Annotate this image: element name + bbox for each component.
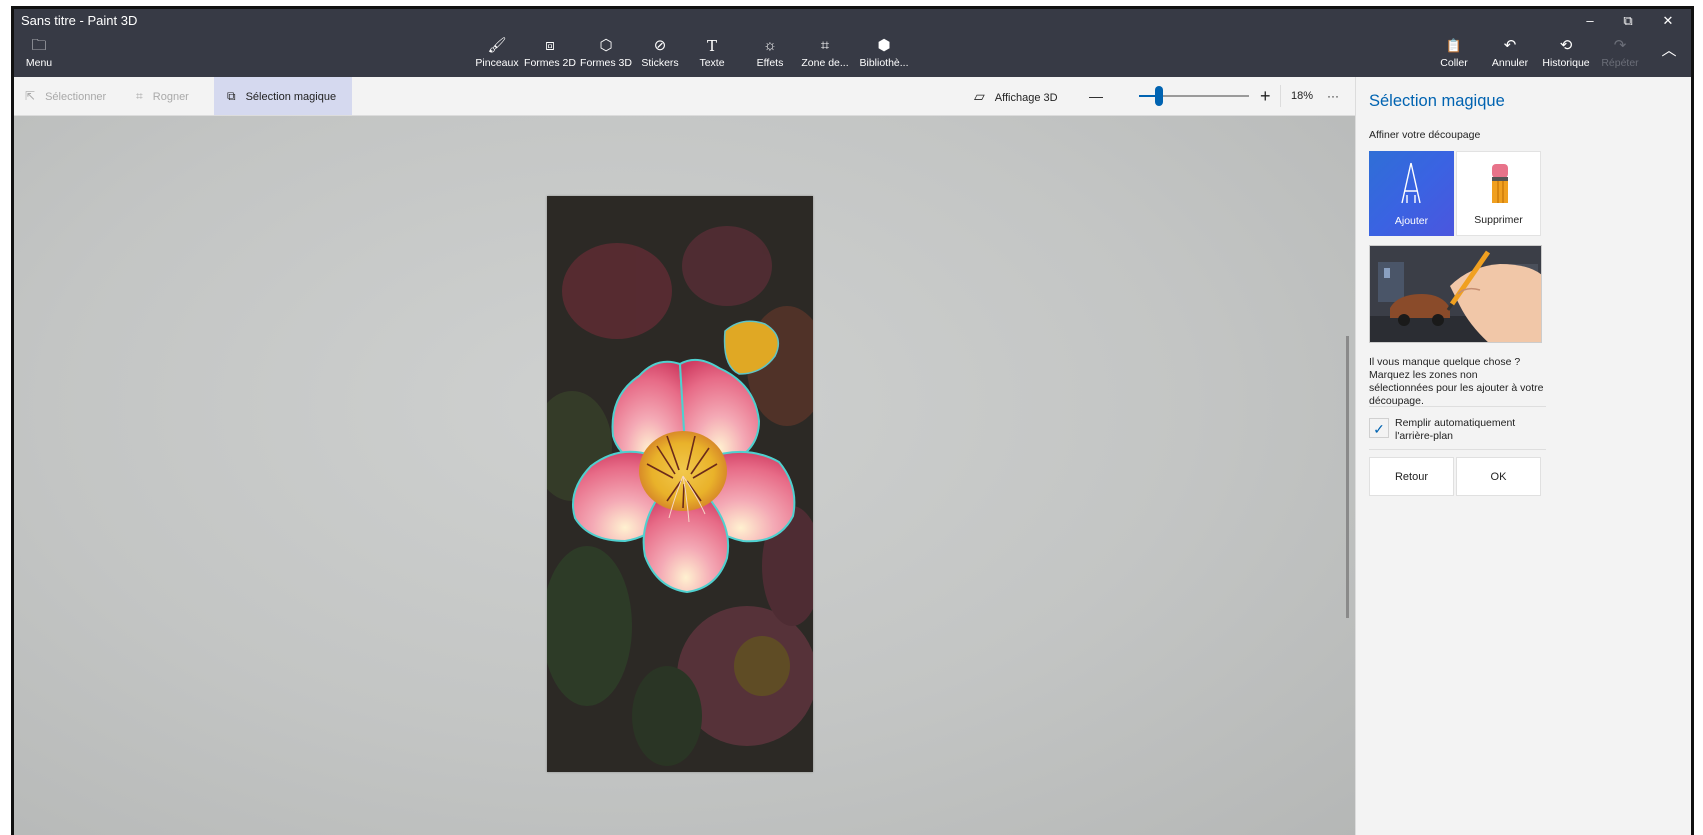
tool-bibliotheque[interactable]: ⬢ Bibliothè... [856, 37, 912, 75]
cube-icon: ⬡ [599, 37, 613, 54]
vertical-scrollbar[interactable] [1346, 336, 1349, 618]
history-button[interactable]: ⟲ Historique [1538, 37, 1594, 75]
panel-help-text: Il vous manque quelque chose ? Marquez l… [1369, 356, 1544, 407]
tool-formes-3d[interactable]: ⬡ Formes 3D [580, 37, 632, 75]
restore-button[interactable]: ⧉ [1608, 9, 1648, 32]
tool-formes-2d[interactable]: ⧈ Formes 2D [524, 37, 576, 75]
magic-select-label: Sélection magique [245, 91, 337, 103]
paste-label: Coller [1440, 57, 1468, 69]
redo-icon: ↷ [1613, 37, 1627, 54]
title-bar: Sans titre - Paint 3D – ⧉ ✕ [14, 9, 1691, 32]
paste-button[interactable]: 📋 Coller [1434, 37, 1474, 75]
tool-label: Stickers [641, 57, 679, 69]
delete-tool-button[interactable]: Supprimer [1456, 151, 1541, 236]
autofill-label: Remplir automatiquement l'arrière-plan [1395, 417, 1516, 442]
zoom-slider-thumb[interactable] [1154, 86, 1163, 106]
folder-icon: 🗀 [31, 37, 47, 54]
library-icon: ⬢ [877, 37, 891, 54]
tool-effets[interactable]: ☼ Effets [750, 37, 790, 75]
collapse-ribbon-button[interactable]: ︿ [1654, 42, 1684, 80]
hand-drawing-illustration [1370, 246, 1541, 342]
select-tool-button[interactable]: ⇱ Sélectionner [25, 77, 106, 115]
zoom-out-button[interactable]: — [1089, 77, 1103, 115]
sticker-icon: ⊘ [653, 37, 667, 54]
more-options-button[interactable]: ··· [1327, 77, 1339, 115]
add-tool-button[interactable]: Ajouter [1369, 151, 1454, 236]
menu-label: Menu [25, 57, 53, 69]
tool-label: Pinceaux [475, 57, 519, 69]
sun-icon: ☼ [763, 37, 777, 54]
history-icon: ⟲ [1559, 37, 1573, 54]
text-icon: T [706, 37, 717, 55]
tool-pinceaux[interactable]: 🖌 Pinceaux [474, 37, 520, 75]
history-label: Historique [1542, 57, 1590, 69]
zoom-level-text[interactable]: 18% [1291, 77, 1313, 115]
checkmark-icon: ✓ [1373, 421, 1385, 437]
undo-label: Annuler [1491, 57, 1529, 69]
main-ribbon: 🗀 Menu 🖌 Pinceaux ⧈ Formes 2D ⬡ Formes 3… [14, 32, 1691, 77]
canvas-icon: ⌗ [820, 37, 830, 54]
flower-photo-svg [547, 196, 813, 772]
divider [1280, 85, 1281, 107]
divider [1369, 449, 1546, 450]
crop-icon: ⌗ [136, 89, 143, 103]
autofill-background-option[interactable]: ✓ Remplir automatiquement l'arrière-plan [1369, 417, 1549, 447]
tool-texte[interactable]: T Texte [692, 37, 732, 75]
menu-button[interactable]: 🗀 Menu [20, 37, 58, 75]
close-button[interactable]: ✕ [1648, 9, 1688, 32]
zoom-in-button[interactable]: + [1260, 77, 1271, 115]
paint3d-window: Sans titre - Paint 3D – ⧉ ✕ 🗀 Menu 🖌 Pin… [11, 6, 1694, 835]
divider [1369, 406, 1546, 407]
ok-button[interactable]: OK [1456, 457, 1541, 496]
cursor-icon: ⇱ [25, 89, 36, 103]
tool-stickers[interactable]: ⊘ Stickers [636, 37, 684, 75]
redo-button[interactable]: ↷ Répéter [1598, 37, 1642, 75]
tool-label: Formes 2D [524, 57, 576, 69]
flower-image[interactable] [547, 196, 813, 772]
magic-select-panel: Sélection magique Affiner votre découpag… [1355, 77, 1691, 835]
redo-label: Répéter [1601, 57, 1639, 69]
view-3d-label: Affichage 3D [994, 92, 1058, 104]
delete-label: Supprimer [1474, 214, 1523, 226]
back-button[interactable]: Retour [1369, 457, 1454, 496]
autofill-checkbox[interactable]: ✓ [1369, 418, 1389, 438]
tool-zone-de-dessin[interactable]: ⌗ Zone de... [798, 37, 852, 75]
canvas-area[interactable] [14, 116, 1355, 835]
undo-icon: ↶ [1503, 37, 1517, 54]
view-3d-toggle[interactable]: ▱ Affichage 3D [974, 77, 1058, 115]
undo-button[interactable]: ↶ Annuler [1488, 37, 1532, 75]
tool-label: Formes 3D [580, 57, 632, 69]
panel-title: Sélection magique [1369, 92, 1505, 110]
zoom-slider[interactable] [1139, 86, 1249, 106]
view-3d-icon: ▱ [974, 88, 985, 104]
tool-label: Zone de... [801, 57, 849, 69]
pen-add-icon [1401, 162, 1421, 204]
window-title: Sans titre - Paint 3D [21, 13, 138, 28]
tool-label: Texte [699, 57, 725, 69]
magic-select-icon: ⧉ [227, 89, 236, 103]
tool-label: Effets [756, 57, 784, 69]
paste-icon: 📋 [1445, 38, 1463, 53]
add-label: Ajouter [1394, 215, 1429, 227]
chevron-up-icon: ︿ [1661, 42, 1677, 59]
magic-select-button[interactable]: ⧉ Sélection magique [214, 77, 353, 115]
minimize-button[interactable]: – [1570, 9, 1610, 32]
crop-label: Rogner [152, 91, 189, 103]
selection-toolbar: ⇱ Sélectionner ⌗ Rogner ⧉ Sélection magique… [14, 77, 1355, 116]
screenshot-frame: Sans titre - Paint 3D – ⧉ ✕ 🗀 Menu 🖌 Pin… [0, 0, 1703, 835]
crop-tool-button[interactable]: ⌗ Rogner [136, 77, 189, 115]
eraser-icon [1492, 164, 1508, 203]
shapes-2d-icon: ⧈ [545, 37, 555, 54]
brush-icon: 🖌 [487, 37, 507, 54]
tutorial-illustration [1369, 245, 1542, 343]
select-label: Sélectionner [45, 91, 107, 103]
tool-label: Bibliothè... [859, 57, 909, 69]
panel-subtitle: Affiner votre découpage [1369, 129, 1481, 141]
